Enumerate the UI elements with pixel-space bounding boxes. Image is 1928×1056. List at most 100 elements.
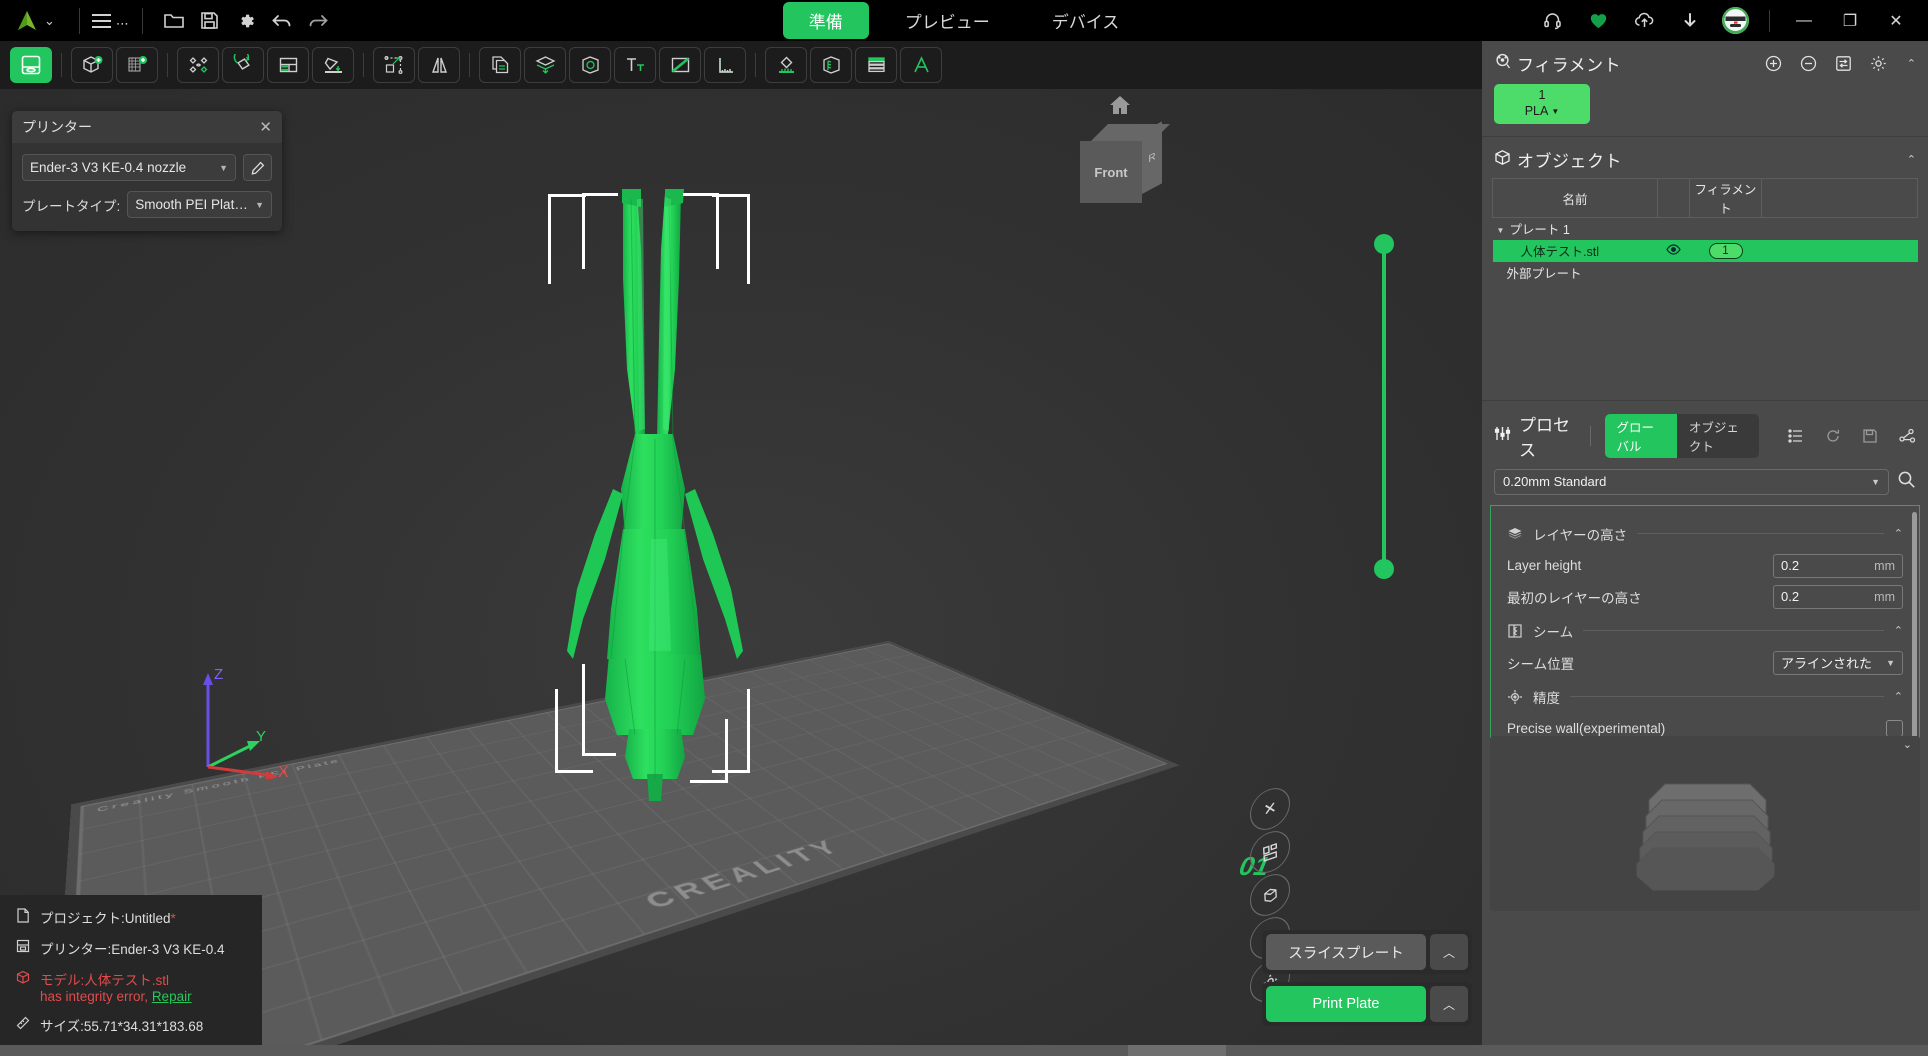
print-plate-dropdown[interactable]: ︿ [1430, 986, 1468, 1022]
seam-position-select[interactable]: アラインされた ▼ [1773, 651, 1903, 675]
scope-global[interactable]: グローバル [1605, 414, 1677, 458]
support-paint-tool[interactable] [765, 47, 807, 83]
tab-preview[interactable]: プレビュー [879, 2, 1016, 39]
add-object-tool[interactable] [71, 47, 113, 83]
status-strip-segment[interactable] [1128, 1045, 1226, 1056]
printer-select[interactable]: Ender-3 V3 KE-0.4 nozzle ▼ [22, 154, 236, 181]
precise-wall-checkbox[interactable] [1886, 720, 1903, 737]
table-row-model[interactable]: 人体テスト.stl 1 [1493, 240, 1918, 262]
process-preset-select[interactable]: 0.20mm Standard ▼ [1494, 469, 1889, 495]
reset-icon[interactable] [1825, 428, 1841, 444]
slice-plate-button[interactable]: スライスプレート [1266, 934, 1426, 970]
model-filament-badge[interactable]: 1 [1709, 243, 1743, 259]
plate-type-select[interactable]: Smooth PEI Plate /... ▼ [127, 191, 272, 218]
print-plate-button[interactable]: Print Plate [1266, 986, 1426, 1022]
slice-plate-dropdown[interactable]: ︿ [1430, 934, 1468, 970]
size-label: サイズ:55.71*34.31*183.68 [40, 1015, 203, 1035]
column-extra [1762, 179, 1918, 218]
close-button[interactable]: ✕ [1874, 0, 1918, 41]
maximize-button[interactable]: ❐ [1828, 0, 1872, 41]
model-preview-pane[interactable]: ⌄ [1490, 736, 1920, 911]
strength-icon[interactable] [1490, 537, 1491, 566]
home-icon[interactable] [1108, 94, 1132, 121]
seam-paint-tool[interactable] [810, 47, 852, 83]
table-row-outside-plate[interactable]: 外部プレート [1493, 262, 1918, 284]
layer-height-input[interactable]: 0.2 mm [1773, 554, 1903, 578]
collapse-icon[interactable]: ⌃ [1907, 153, 1916, 166]
save-icon[interactable] [193, 4, 227, 38]
group-header-seam[interactable]: シーム ⌃ [1507, 621, 1903, 641]
open-folder-icon[interactable] [157, 4, 191, 38]
compare-icon[interactable] [1899, 428, 1916, 444]
others-icon[interactable] [1490, 624, 1491, 653]
slider-knob-bottom[interactable] [1374, 559, 1394, 579]
quality-icon[interactable] [1490, 508, 1491, 537]
chevron-up-icon[interactable]: ⌃ [1894, 690, 1903, 703]
save-preset-icon[interactable] [1862, 428, 1878, 444]
eye-icon[interactable] [1658, 240, 1690, 262]
download-icon[interactable] [1668, 0, 1712, 41]
chevron-up-icon[interactable]: ⌃ [1894, 527, 1903, 540]
list-icon[interactable] [1788, 428, 1804, 444]
repair-link[interactable]: Repair [152, 989, 192, 1004]
split-tool[interactable] [524, 47, 566, 83]
chevron-up-icon[interactable]: ⌃ [1894, 624, 1903, 637]
add-filament-icon[interactable] [1765, 55, 1782, 72]
arrange-plate-icon[interactable] [1249, 826, 1291, 879]
measure-tool[interactable] [704, 47, 746, 83]
redo-icon[interactable] [301, 4, 335, 38]
chevron-down-icon[interactable]: ▼ [1497, 226, 1505, 235]
undo-icon[interactable] [265, 4, 299, 38]
filament-slot-1[interactable]: 1 PLA▼ [1494, 84, 1590, 124]
first-layer-height-input[interactable]: 0.2 mm [1773, 585, 1903, 609]
app-logo[interactable]: ⌄ [14, 8, 55, 34]
add-plate-tool[interactable] [116, 47, 158, 83]
copy-tool[interactable] [479, 47, 521, 83]
headset-icon[interactable] [1530, 0, 1574, 41]
layers-tool[interactable] [855, 47, 897, 83]
delete-plate-icon[interactable]: ✕ [1249, 783, 1291, 836]
navcube-front-face[interactable]: Front [1080, 141, 1142, 203]
navcube-right-face[interactable]: R [1142, 121, 1162, 194]
model-row-label: 人体テスト.stl [1493, 240, 1658, 262]
variable-layer-tool[interactable] [569, 47, 611, 83]
menu-icon[interactable]: ⋯ [94, 4, 128, 38]
group-header-layer-height[interactable]: レイヤーの高さ ⌃ [1507, 524, 1903, 544]
selection-bracket-inner-top-left [582, 193, 618, 269]
heart-icon[interactable] [1576, 0, 1620, 41]
collapse-icon[interactable]: ⌃ [1907, 57, 1916, 70]
orient-plate-icon[interactable] [1249, 869, 1291, 922]
remove-filament-icon[interactable] [1800, 55, 1817, 72]
auto-arrange-tool[interactable] [373, 47, 415, 83]
slider-knob-top[interactable] [1374, 234, 1394, 254]
move-tool[interactable] [177, 47, 219, 83]
text-tool[interactable] [614, 47, 656, 83]
support-icon[interactable] [1490, 595, 1491, 624]
tab-device[interactable]: デバイス [1026, 2, 1146, 39]
settings-scrollbar[interactable] [1912, 512, 1917, 762]
settings-gear-icon[interactable] [229, 4, 263, 38]
filament-settings-icon[interactable] [1870, 55, 1887, 72]
rotate-tool[interactable] [222, 47, 264, 83]
close-icon[interactable]: ✕ [259, 120, 272, 135]
minimize-button[interactable]: — [1782, 0, 1826, 41]
group-header-precision[interactable]: 精度 ⌃ [1507, 687, 1903, 707]
table-row-plate[interactable]: ▼プレート 1 [1493, 218, 1918, 240]
assembly-tool[interactable] [900, 47, 942, 83]
sync-filament-icon[interactable] [1835, 55, 1852, 72]
scope-object[interactable]: オブジェクト [1677, 414, 1759, 458]
cloud-upload-icon[interactable] [1622, 0, 1666, 41]
search-icon[interactable] [1897, 470, 1916, 494]
user-avatar[interactable] [1722, 7, 1749, 34]
speed-icon[interactable] [1490, 566, 1491, 595]
scale-tool[interactable] [267, 47, 309, 83]
tab-prepare[interactable]: 準備 [783, 2, 869, 39]
paint-tool[interactable] [659, 47, 701, 83]
edit-printer-button[interactable] [243, 154, 272, 181]
navigation-cube[interactable]: Front R [1080, 124, 1164, 204]
place-on-face-tool[interactable] [312, 47, 354, 83]
layer-range-slider[interactable] [1374, 234, 1394, 579]
mirror-tool[interactable] [418, 47, 460, 83]
build-plate-tool[interactable] [10, 47, 52, 83]
chevron-down-icon[interactable]: ⌄ [1903, 738, 1912, 751]
